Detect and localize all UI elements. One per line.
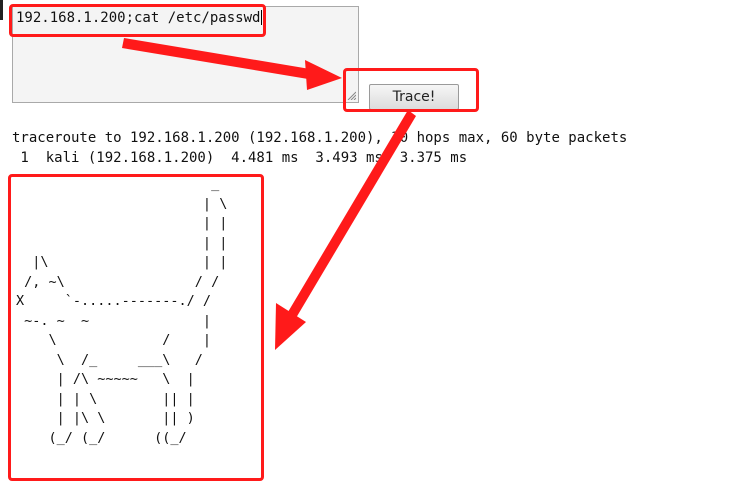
traceroute-header-line: traceroute to 192.168.1.200 (192.168.1.2… [12,130,628,146]
window-edge [0,0,3,20]
output-highlight-box [8,174,264,481]
input-highlight-box [9,4,266,37]
traceroute-hop-line: 1 kali (192.168.1.200) 4.481 ms 3.493 ms… [12,150,468,166]
traceroute-output: traceroute to 192.168.1.200 (192.168.1.2… [12,128,627,168]
button-highlight-box [343,68,479,112]
